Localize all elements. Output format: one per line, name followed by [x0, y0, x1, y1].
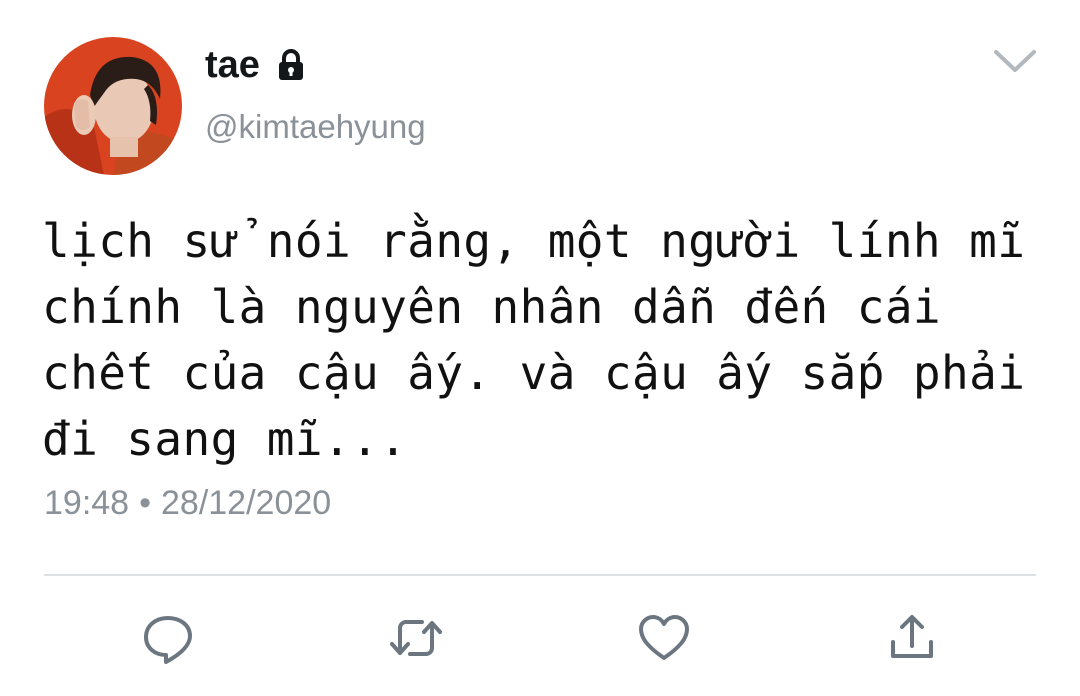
reply-icon [144, 616, 192, 664]
tweet-date: 28/12/2020 [161, 484, 332, 522]
tweet-time: 19:48 [44, 484, 130, 522]
lock-icon [274, 48, 308, 82]
tweet-text-line: đi sang mĩ... [42, 412, 408, 466]
avatar-image [44, 37, 182, 175]
chevron-down-icon[interactable] [992, 44, 1038, 78]
divider [44, 574, 1036, 576]
tweet-text-line: lịch sử nói rằng, một người lính mĩ [42, 214, 1026, 268]
retweet-button[interactable] [388, 612, 444, 664]
retweet-icon [390, 620, 442, 656]
tweet-text-line: chết của cậu ấy. và cậu ấy sắp phải [42, 346, 1026, 400]
heart-icon [639, 615, 689, 660]
display-name[interactable]: tae [205, 46, 260, 84]
tweet-text: lịch sử nói rằng, một người lính mĩ chín… [42, 208, 1052, 472]
user-handle[interactable]: @kimtaehyung [205, 110, 426, 143]
timestamp-separator: • [139, 484, 151, 522]
like-button[interactable] [636, 612, 692, 664]
share-button[interactable] [884, 612, 940, 664]
share-icon [891, 615, 933, 658]
author-name-row: tae [205, 46, 308, 84]
tweet-text-line: chính là nguyên nhân dẫn đến cái [42, 280, 942, 334]
reply-button[interactable] [140, 612, 196, 664]
avatar[interactable] [44, 37, 182, 175]
timestamp[interactable]: 19:48 • 28/12/2020 [44, 486, 331, 520]
